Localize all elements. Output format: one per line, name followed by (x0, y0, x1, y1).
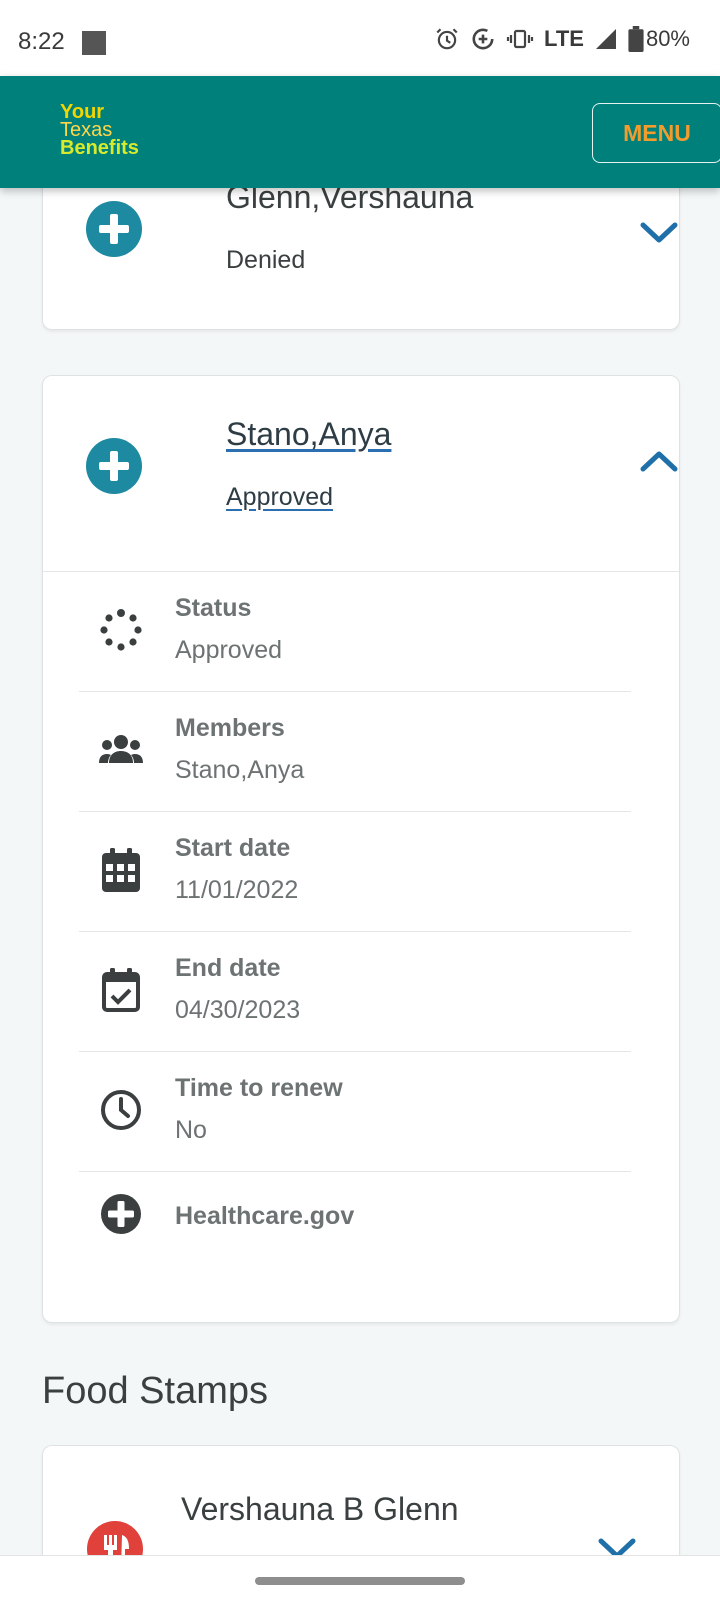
plus-circle-icon (86, 438, 142, 494)
food-case-person-name[interactable]: Vershauna B Glenn (181, 1491, 459, 1528)
network-label: LTE (544, 26, 584, 51)
your-texas-benefits-logo[interactable]: Your Texas Benefits (60, 102, 139, 159)
detail-row-start-date: Start date 11/01/2022 (79, 812, 631, 932)
detail-value: Stano,Anya (175, 756, 305, 784)
healthcare-gov-link[interactable]: Healthcare.gov (79, 1172, 631, 1292)
logo-line-3: Benefits (60, 137, 139, 159)
system-navigation-bar (0, 1555, 720, 1600)
data-saver-icon (472, 28, 494, 50)
calendar-icon (99, 846, 143, 894)
plus-circle-icon (99, 1190, 143, 1238)
alarm-icon (436, 28, 458, 50)
detail-label: Time to renew (175, 1074, 343, 1102)
section-title-food-stamps: Food Stamps (42, 1370, 268, 1412)
signal-icon (595, 29, 616, 49)
calendar-check-icon (99, 966, 143, 1014)
detail-row-time-to-renew: Time to renew No (79, 1052, 631, 1172)
status-time: 8:22 (18, 28, 65, 55)
chevron-down-icon[interactable] (639, 220, 679, 246)
detail-value: 04/30/2023 (175, 996, 301, 1024)
vibrate-icon (506, 29, 534, 49)
detail-label: Start date (175, 834, 291, 862)
plus-circle-icon (86, 201, 142, 257)
detail-label: Members (175, 714, 285, 742)
notification-icon (82, 31, 106, 55)
members-icon (99, 726, 143, 774)
detail-value: No (175, 1116, 207, 1144)
case-person-name-link[interactable]: Stano,Anya (226, 416, 391, 453)
battery-icon (628, 26, 644, 52)
case-status-link[interactable]: Approved (226, 483, 333, 512)
case-status: Denied (226, 246, 306, 274)
home-gesture-handle[interactable] (255, 1577, 465, 1585)
healthcare-gov-label[interactable]: Healthcare.gov (175, 1202, 354, 1231)
detail-label: Status (175, 594, 252, 622)
detail-value: Approved (175, 636, 283, 664)
status-icons: LTE 80% (434, 26, 690, 52)
detail-label: End date (175, 954, 281, 982)
chevron-up-icon[interactable] (639, 448, 679, 474)
detail-row-members: Members Stano,Anya (79, 692, 631, 812)
detail-value: 11/01/2022 (175, 876, 299, 904)
detail-row-end-date: End date 04/30/2023 (79, 932, 631, 1052)
battery-label: 80% (645, 26, 690, 51)
status-bar: 8:22 LTE 80% (0, 0, 720, 76)
menu-button[interactable]: MENU (592, 103, 720, 163)
case-card-stano: Stano,Anya Approved Status Approved Memb… (42, 375, 680, 1323)
app-header: Your Texas Benefits MENU (0, 76, 720, 188)
status-spinner-icon (99, 606, 143, 654)
detail-row-status: Status Approved (79, 572, 631, 692)
clock-icon (99, 1086, 143, 1134)
